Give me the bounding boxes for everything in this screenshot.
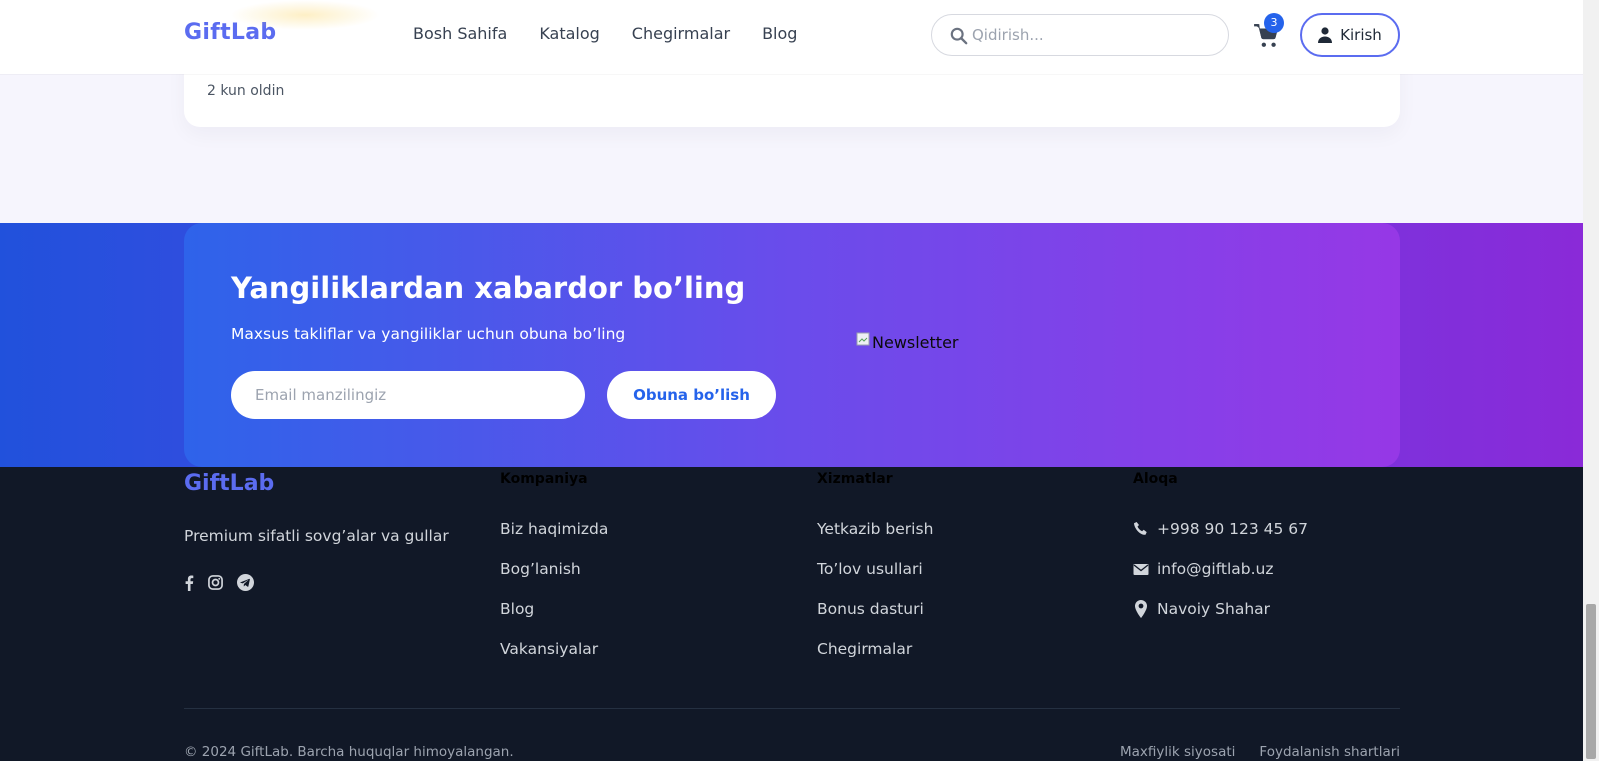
login-button[interactable]: Kirish [1300,13,1400,57]
contact-email-text: info@giftlab.uz [1157,560,1274,578]
footer-divider [184,708,1400,709]
search-input[interactable] [972,15,1212,55]
newsletter-title: Yangiliklardan xabardor bo’ling [231,271,746,305]
nav-chegirmalar[interactable]: Chegirmalar [632,24,730,43]
card-time: 2 kun oldin [207,83,285,99]
footer-link[interactable]: Bog’lanish [500,559,608,599]
footer-link[interactable]: Biz haqimizda [500,519,608,559]
top-header: GiftLab Bosh Sahifa Katalog Chegirmalar … [0,0,1583,74]
newsletter-band: Yangiliklardan xabardor bo’ling Maxsus t… [0,223,1583,467]
footer-logo[interactable]: GiftLab [184,471,274,496]
user-icon [1318,27,1333,43]
subscribe-button[interactable]: Obuna bo’lish [607,371,776,419]
footer-col-aloqa: +998 90 123 45 67 info@giftlab.uz Navoiy… [1133,519,1308,639]
social-links [184,574,254,595]
envelope-icon [1133,564,1149,575]
telegram-icon[interactable] [237,574,254,595]
footer-link[interactable]: Bonus dasturi [817,599,933,639]
footer-link[interactable]: Yetkazib berish [817,519,933,559]
footer-tagline: Premium sifatli sovg’alar va gullar [184,527,449,545]
card-image-glow [230,0,380,30]
nav-blog[interactable]: Blog [762,24,797,43]
contact-phone-text: +998 90 123 45 67 [1157,520,1309,538]
facebook-icon[interactable] [184,575,194,595]
scrollbar-thumb[interactable] [1586,604,1596,759]
footer-link[interactable]: To’lov usullari [817,559,933,599]
footer-col-xizmatlar: Yetkazib berish To’lov usullari Bonus da… [817,519,933,679]
contact-address-text: Navoiy Shahar [1157,600,1271,618]
privacy-policy-link[interactable]: Maxfiylik siyosati [1120,744,1235,760]
newsletter-subtitle: Maxsus takliflar va yangiliklar uchun ob… [231,325,626,343]
footer-col-aloqa-title: Aloqa [1133,471,1178,487]
footer-col-xizmatlar-title: Xizmatlar [817,471,893,487]
main-nav: Bosh Sahifa Katalog Chegirmalar Blog [413,24,829,43]
cart-count-badge: 3 [1264,13,1284,33]
search-box [931,14,1229,56]
footer: GiftLab Premium sifatli sovg’alar va gul… [0,467,1583,761]
phone-icon [1134,522,1147,535]
copyright: © 2024 GiftLab. Barcha huquqlar himoyala… [184,744,514,760]
newsletter-box: Yangiliklardan xabardor bo’ling Maxsus t… [184,223,1400,467]
nav-bosh-sahifa[interactable]: Bosh Sahifa [413,24,507,43]
footer-link[interactable]: Blog [500,599,608,639]
footer-col-kompaniya-title: Kompaniya [500,471,588,487]
page: 2 kun oldin GiftLab Bosh Sahifa Katalog … [0,0,1599,761]
contact-email[interactable]: info@giftlab.uz [1133,559,1308,599]
page-scrollbar[interactable] [1583,0,1599,761]
newsletter-image-alt: Newsletter [872,333,959,352]
newsletter-email-input[interactable] [231,371,585,419]
footer-link[interactable]: Vakansiyalar [500,639,608,679]
search-icon [950,27,968,45]
location-pin-icon [1135,600,1147,618]
footer-link[interactable]: Chegirmalar [817,639,933,679]
contact-phone[interactable]: +998 90 123 45 67 [1133,519,1308,559]
login-label: Kirish [1340,26,1382,44]
terms-link[interactable]: Foydalanish shartlari [1259,744,1400,760]
footer-col-kompaniya: Biz haqimizda Bog’lanish Blog Vakansiyal… [500,519,608,679]
instagram-icon[interactable] [208,575,223,594]
newsletter-image: Newsletter [856,332,959,352]
contact-address[interactable]: Navoiy Shahar [1133,599,1308,639]
nav-katalog[interactable]: Katalog [539,24,599,43]
broken-image-icon [856,332,870,345]
legal-links: Maxfiylik siyosati Foydalanish shartlari [1120,744,1400,760]
